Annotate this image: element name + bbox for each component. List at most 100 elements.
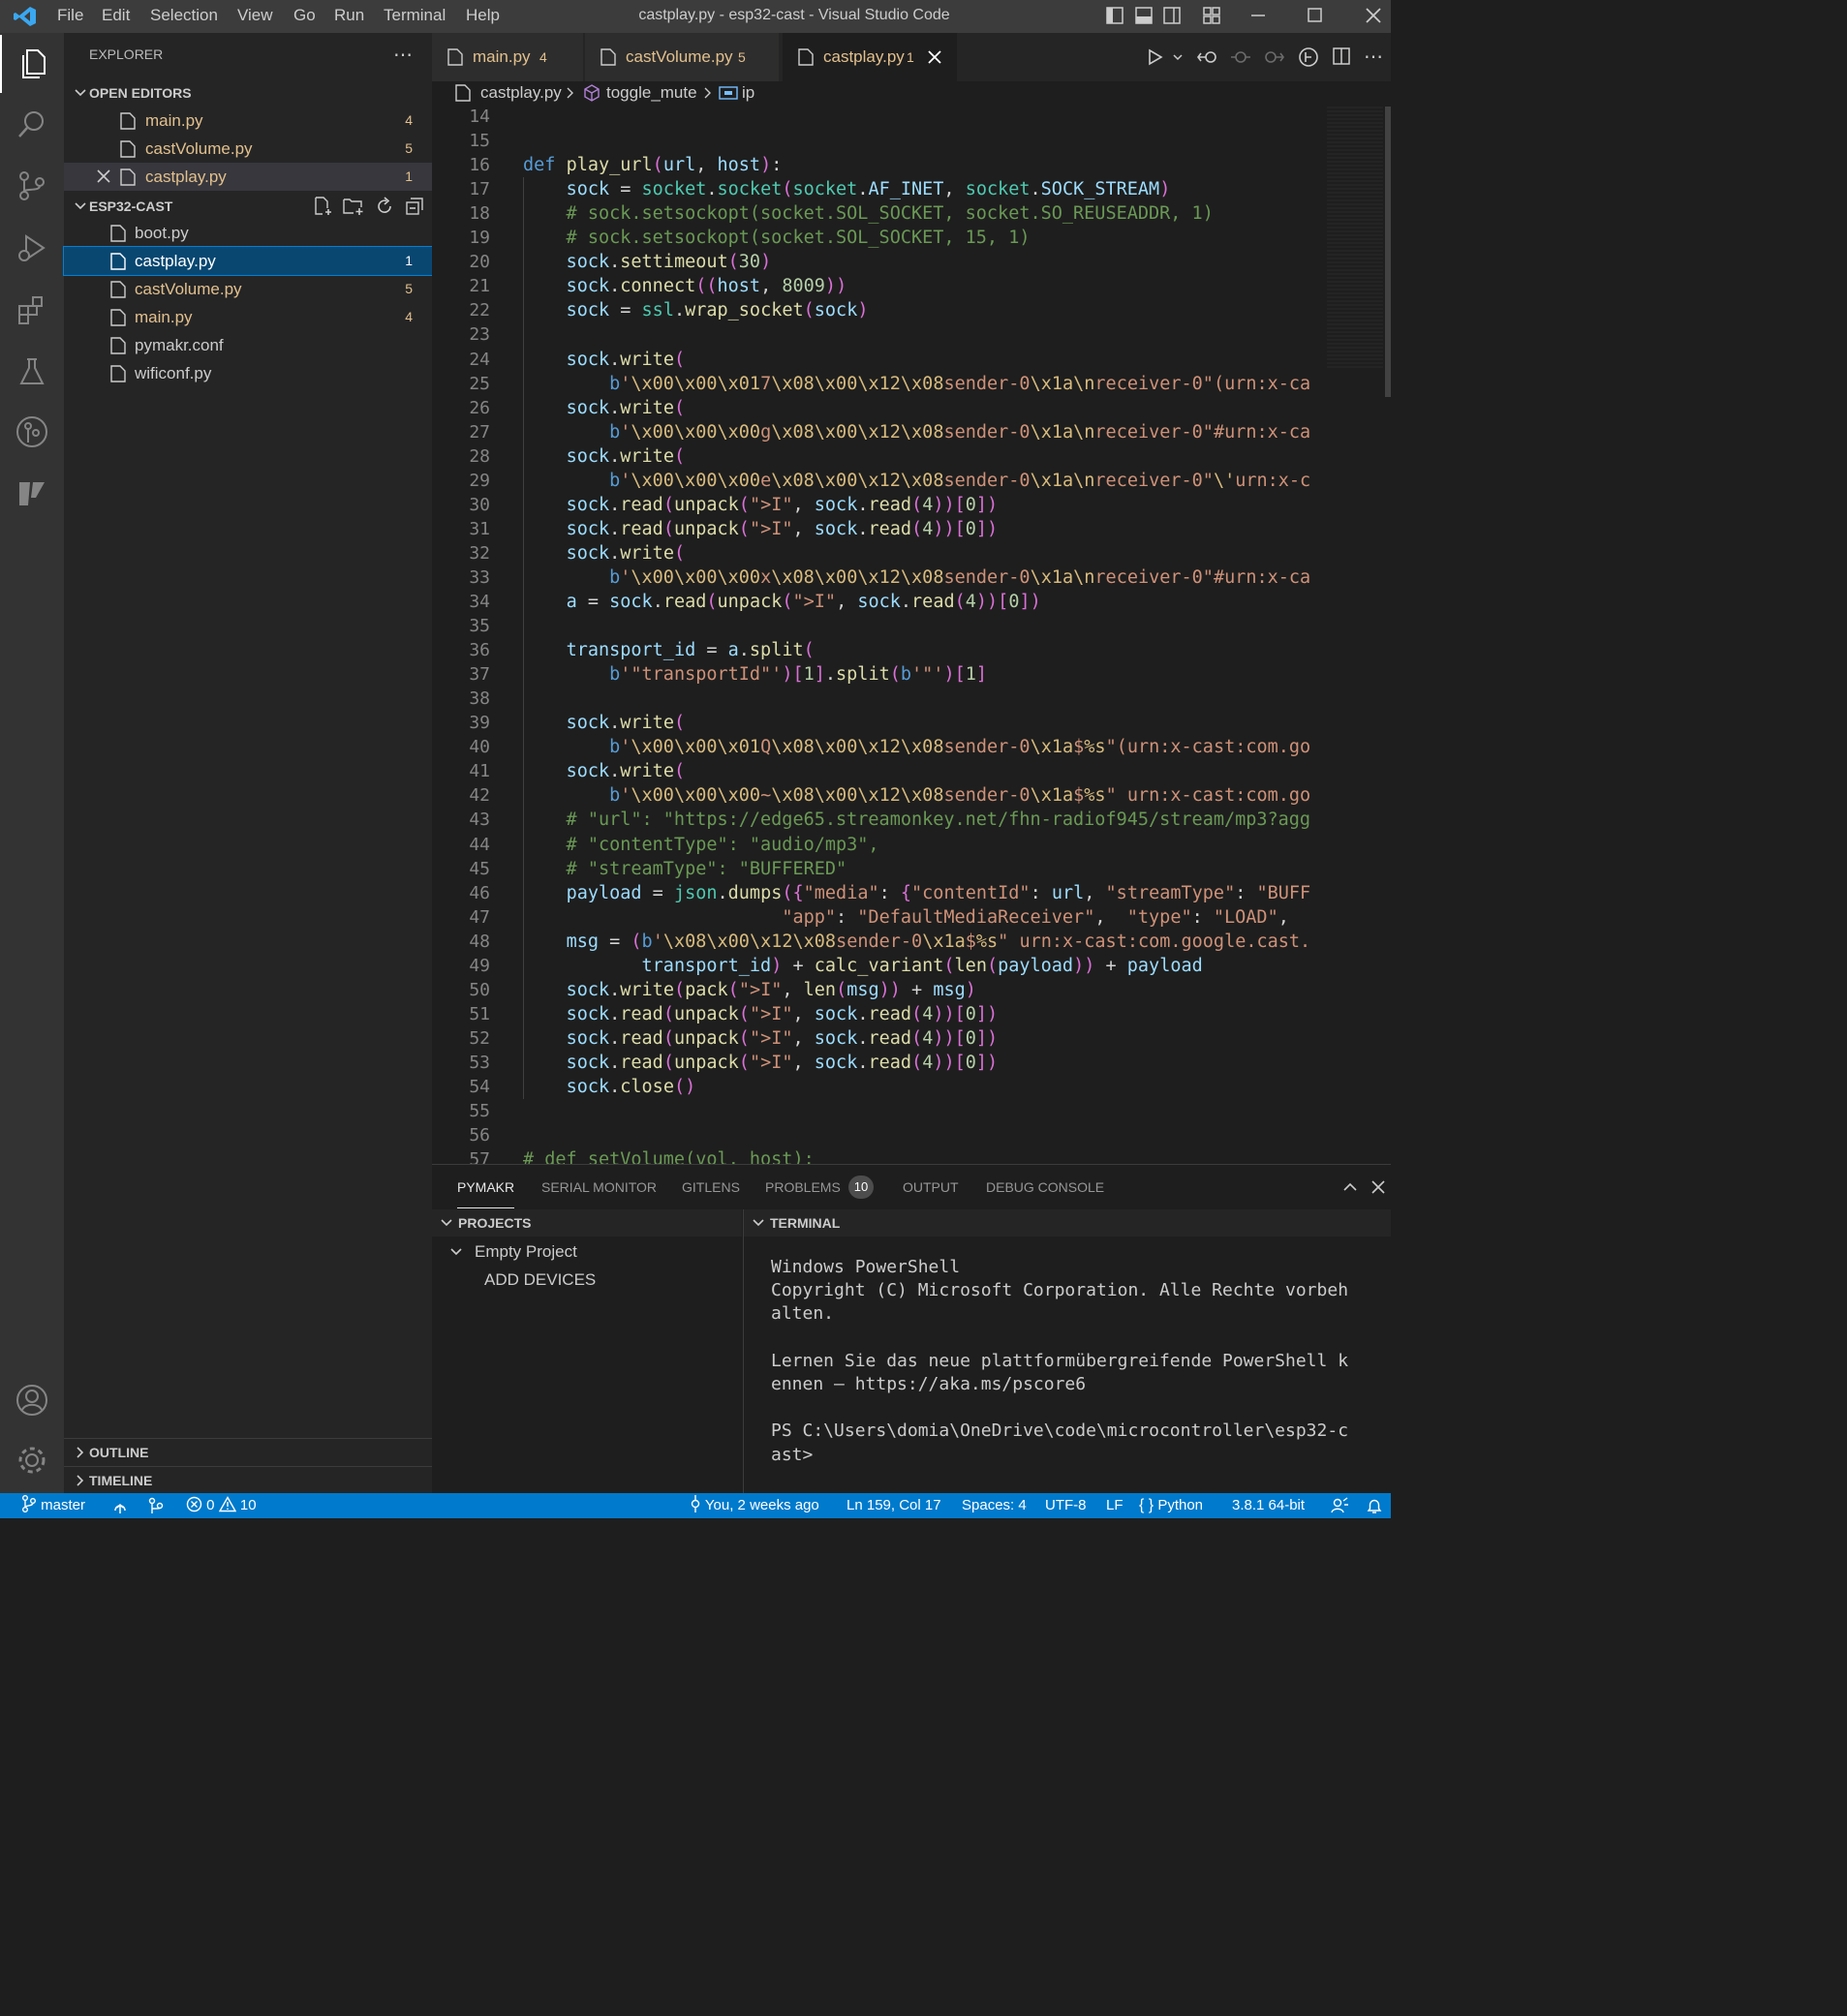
code-line[interactable]: def play_url(url, host): — [523, 153, 782, 177]
extensions-icon[interactable] — [0, 281, 64, 339]
end-of-line[interactable]: LF — [1106, 1493, 1124, 1518]
projects-header[interactable]: PROJECTS — [432, 1209, 742, 1237]
scrollbar[interactable] — [1385, 107, 1391, 397]
code-line[interactable]: payload = json.dumps({"media": {"content… — [523, 881, 1311, 905]
outline-header[interactable]: OUTLINE — [64, 1438, 432, 1466]
tab-output[interactable]: OUTPUT — [903, 1165, 959, 1209]
code-line[interactable]: sock.read(unpack(">I", sock.read(4))[0]) — [523, 1002, 999, 1026]
file-tree-item[interactable]: pymakr.conf — [64, 331, 432, 359]
code-line[interactable]: sock.write( — [523, 759, 686, 783]
sync-icon[interactable] — [110, 1497, 130, 1514]
project-item[interactable]: Empty Project — [432, 1238, 742, 1266]
blame-status[interactable]: You, 2 weeks ago — [690, 1493, 819, 1518]
customize-layout-icon[interactable] — [1203, 7, 1220, 24]
breadcrumb-function[interactable]: toggle_mute — [606, 81, 697, 105]
more-actions-icon[interactable]: ⋯ — [393, 43, 413, 67]
tab-debug-console[interactable]: DEBUG CONSOLE — [986, 1165, 1104, 1209]
add-devices-button[interactable]: ADD DEVICES — [484, 1267, 596, 1294]
open-editors-header[interactable]: OPEN EDITORS — [64, 79, 432, 107]
file-tree-item[interactable]: wificonf.py — [64, 359, 432, 387]
git-prev-icon[interactable] — [1230, 47, 1251, 67]
maximize-icon[interactable] — [1307, 7, 1324, 24]
code-editor[interactable]: 14 15 16 17 18 19 20 21 22 23 24 25 26 27 28 29 30 31 32 33… — [432, 107, 1391, 1164]
code-line[interactable]: b'\x00\x00\x00x\x08\x00\x12\x08sender-0\… — [523, 565, 1310, 590]
code-line[interactable]: b'\x00\x00\x01Q\x08\x00\x12\x08sender-0\… — [523, 735, 1310, 759]
open-editor-item[interactable]: main.py 4 — [64, 107, 432, 135]
code-line[interactable]: sock.read(unpack(">I", sock.read(4))[0]) — [523, 1026, 999, 1051]
run-debug-icon[interactable] — [0, 219, 64, 277]
more-actions-icon[interactable]: ⋯ — [1364, 45, 1383, 69]
code-line[interactable]: msg = (b'\x08\x00\x12\x08sender-0\x1a$%s… — [523, 930, 1311, 954]
cursor-position[interactable]: Ln 159, Col 17 — [847, 1493, 941, 1518]
code-line[interactable]: # def setVolume(vol, host): — [523, 1147, 815, 1164]
terminal-header[interactable]: TERMINAL — [744, 1209, 1391, 1237]
code-line[interactable]: sock.write(pack(">I", len(msg)) + msg) — [523, 978, 976, 1002]
pymakr-icon[interactable] — [0, 465, 64, 523]
tab-main-py[interactable]: main.py 4 — [432, 33, 583, 81]
code-line[interactable]: a = sock.read(unpack(">I", sock.read(4))… — [523, 590, 1041, 614]
code-line[interactable]: sock.read(unpack(">I", sock.read(4))[0]) — [523, 1051, 999, 1075]
close-tab-icon[interactable] — [928, 50, 941, 64]
split-editor-icon[interactable] — [1333, 47, 1350, 65]
code-line[interactable]: transport_id = a.split( — [523, 638, 815, 662]
notifications-bell-icon[interactable] — [1366, 1497, 1383, 1514]
settings-gear-icon[interactable] — [0, 1431, 64, 1489]
problems-status[interactable]: 0 10 — [186, 1493, 257, 1518]
tab-problems[interactable]: PROBLEMS — [765, 1165, 841, 1209]
search-icon[interactable] — [0, 95, 64, 153]
python-interpreter[interactable]: 3.8.1 64-bit — [1232, 1493, 1305, 1518]
tab-pymakr[interactable]: PYMAKR — [457, 1165, 515, 1208]
tab-gitlens[interactable]: GITLENS — [682, 1165, 740, 1209]
run-file-icon[interactable] — [1147, 48, 1164, 66]
code-line[interactable]: sock.settimeout(30) — [523, 250, 772, 274]
code-line[interactable]: sock = socket.socket(socket.AF_INET, soc… — [523, 177, 1171, 201]
chevron-down-icon[interactable] — [1172, 48, 1184, 66]
menu-edit[interactable]: Edit — [102, 0, 130, 33]
close-panel-icon[interactable] — [1371, 1180, 1385, 1194]
menu-selection[interactable]: Selection — [150, 0, 218, 33]
close-window-icon[interactable] — [1365, 7, 1382, 24]
gitlens-compare-icon[interactable] — [1298, 46, 1319, 68]
code-line[interactable]: b'\x00\x00\x00e\x08\x00\x12\x08sender-0\… — [523, 469, 1310, 493]
breadcrumb-file[interactable]: castplay.py — [480, 81, 562, 105]
code-line[interactable]: b'\x00\x00\x017\x08\x00\x12\x08sender-0\… — [523, 372, 1310, 396]
encoding[interactable]: UTF-8 — [1045, 1493, 1087, 1518]
testing-icon[interactable] — [0, 343, 64, 401]
tab-castplay-py-active[interactable]: castplay.py 1 — [783, 33, 957, 81]
menu-help[interactable]: Help — [466, 0, 500, 33]
code-line[interactable]: b'\x00\x00\x00g\x08\x00\x12\x08sender-0\… — [523, 420, 1310, 444]
branch-status[interactable]: master — [21, 1493, 85, 1518]
indentation[interactable]: Spaces: 4 — [962, 1493, 1027, 1518]
code-line[interactable]: sock.read(unpack(">I", sock.read(4))[0]) — [523, 517, 999, 541]
gitlens-status-icon[interactable] — [147, 1497, 165, 1514]
code-line[interactable]: sock.write( — [523, 711, 686, 735]
refresh-icon[interactable] — [375, 197, 394, 216]
code-line[interactable]: transport_id) + calc_variant(len(payload… — [523, 954, 1203, 978]
code-line[interactable]: # sock.setsockopt(socket.SOL_SOCKET, 15,… — [523, 226, 1031, 250]
code-line[interactable]: sock.connect((host, 8009)) — [523, 274, 847, 298]
timeline-header[interactable]: TIMELINE — [64, 1466, 432, 1494]
accounts-icon[interactable] — [0, 1371, 64, 1429]
code-line[interactable]: sock.write( — [523, 396, 686, 420]
breadcrumb-symbol[interactable]: ip — [742, 81, 754, 105]
file-tree-item-selected[interactable]: castplay.py 1 — [63, 246, 433, 276]
menu-go[interactable]: Go — [293, 0, 316, 33]
code-line[interactable]: # "streamType": "BUFFERED" — [523, 857, 847, 881]
go-forward-icon[interactable] — [1263, 47, 1284, 67]
code-line[interactable]: sock.read(unpack(">I", sock.read(4))[0]) — [523, 493, 999, 517]
collapse-all-icon[interactable] — [405, 197, 424, 216]
menu-terminal[interactable]: Terminal — [384, 0, 446, 33]
project-folder-header[interactable]: ESP32-CAST — [64, 193, 432, 220]
file-tree-item[interactable]: main.py 4 — [64, 303, 432, 331]
open-editor-item[interactable]: castVolume.py 5 — [64, 135, 432, 163]
toggle-secondary-sidebar-icon[interactable] — [1163, 7, 1181, 24]
code-line[interactable]: sock.write( — [523, 541, 686, 565]
explorer-icon[interactable] — [0, 35, 66, 93]
toggle-panel-icon[interactable] — [1135, 7, 1153, 24]
open-editor-item-active[interactable]: castplay.py 1 — [64, 163, 432, 191]
minimize-icon[interactable] — [1249, 7, 1267, 24]
new-folder-icon[interactable] — [343, 197, 364, 216]
menu-run[interactable]: Run — [334, 0, 364, 33]
minimap[interactable] — [1327, 107, 1383, 368]
code-line[interactable]: sock.write( — [523, 444, 686, 469]
